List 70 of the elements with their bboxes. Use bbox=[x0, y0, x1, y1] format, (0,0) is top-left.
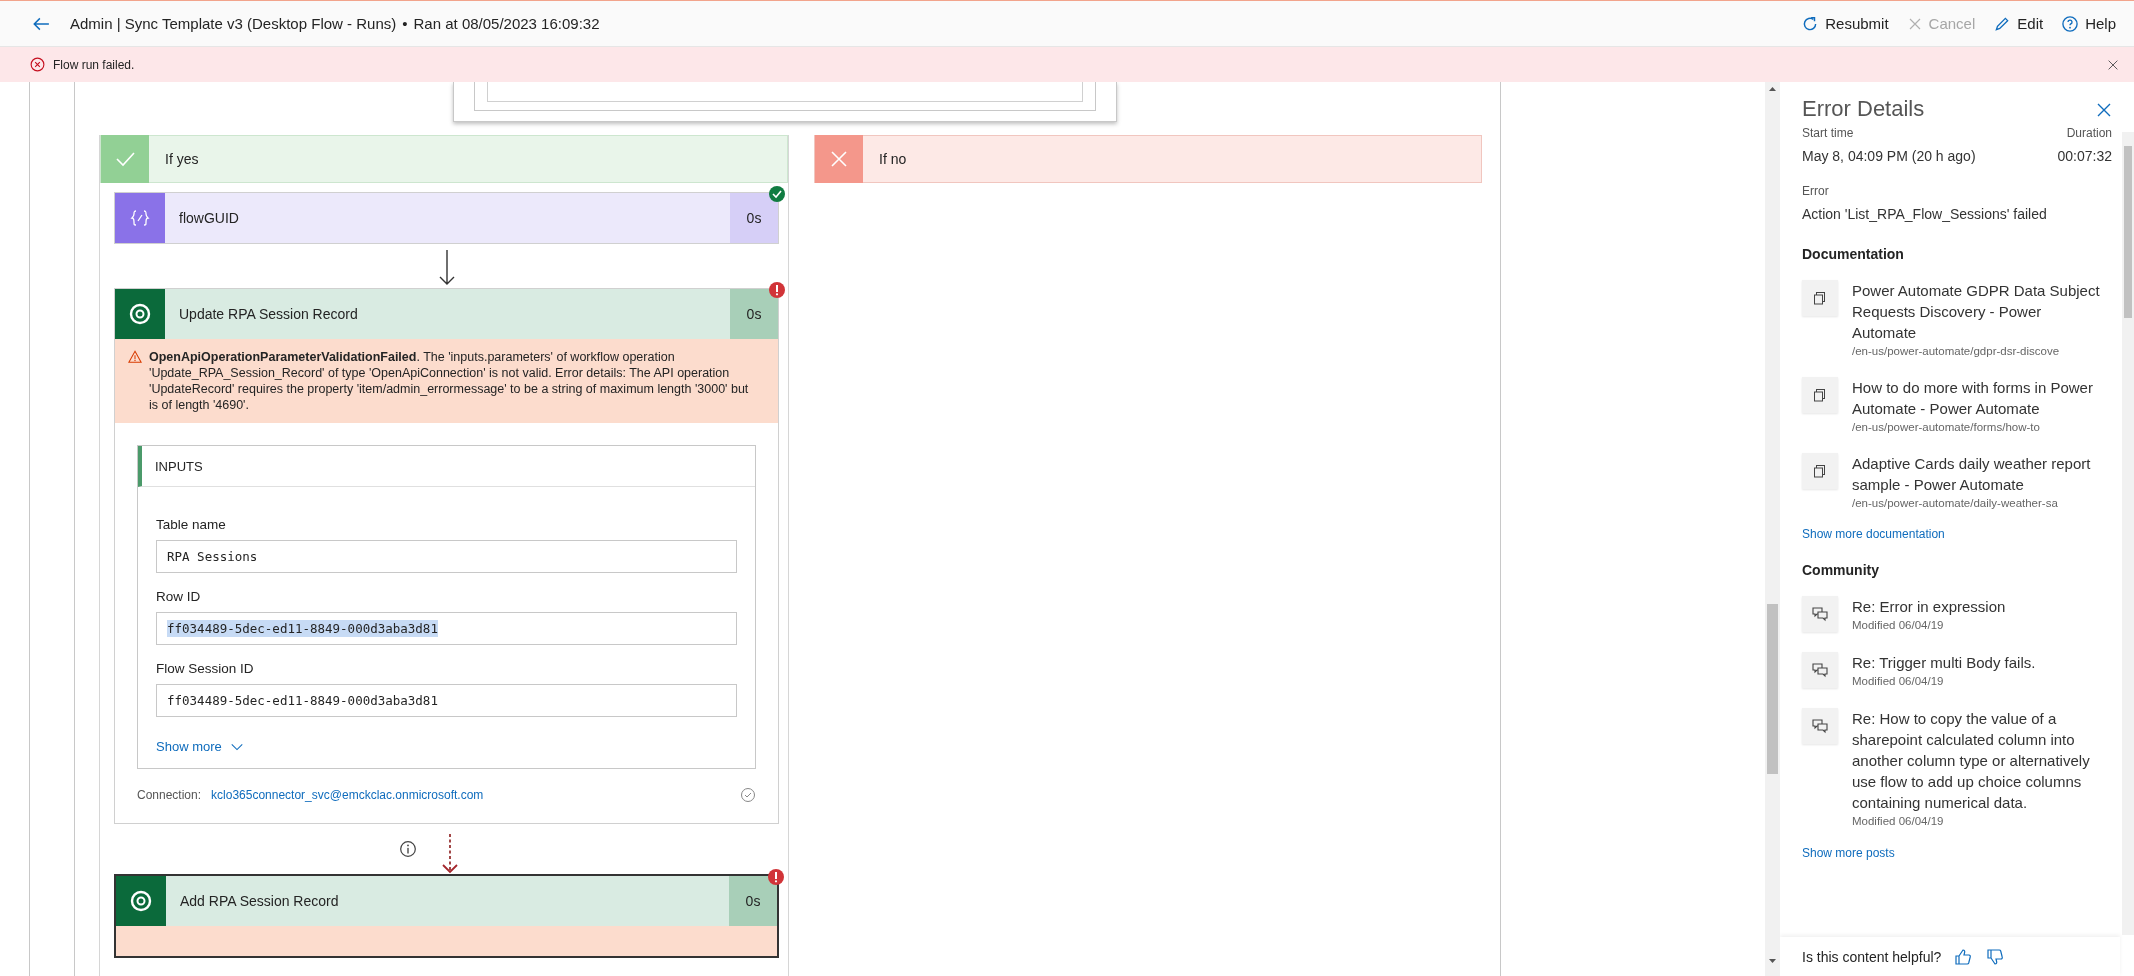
close-icon[interactable] bbox=[2096, 102, 2112, 118]
scrollbar-thumb[interactable] bbox=[1767, 604, 1778, 774]
field-label: Table name bbox=[156, 517, 227, 532]
show-more-button[interactable]: Show more bbox=[156, 739, 244, 754]
show-more-posts-link[interactable]: Show more posts bbox=[1802, 846, 1895, 860]
scrollbar[interactable] bbox=[1765, 82, 1780, 976]
document-icon bbox=[1802, 453, 1838, 489]
start-time-label: Start time bbox=[1802, 126, 1854, 140]
feedback-question: Is this content helpful? bbox=[1802, 949, 1942, 965]
modified-date: Modified 06/04/19 bbox=[1852, 618, 1945, 633]
resubmit-button[interactable]: Resubmit bbox=[1795, 10, 1895, 37]
warning-icon bbox=[128, 350, 142, 364]
duration-label: Duration bbox=[2066, 126, 2112, 140]
check-icon bbox=[101, 135, 149, 183]
document-icon bbox=[1802, 280, 1838, 316]
documentation-link[interactable]: How to do more with forms in Power Automate - Power Automate bbox=[1852, 377, 2102, 419]
documentation-path: /en-us/power-automate/daily-weather-sa bbox=[1852, 496, 2059, 511]
input-field[interactable]: ff034489-5dec-ed11-8849-000d3aba3d81 bbox=[156, 684, 737, 717]
connection-label: Connection: bbox=[137, 788, 202, 802]
community-post-link[interactable]: Re: Trigger multi Body fails. bbox=[1852, 652, 2102, 673]
error-message: Action 'List_RPA_Flow_Sessions' failed bbox=[1802, 206, 2048, 222]
flow-title: Admin | Sync Template v3 (Desktop Flow - Runs) bbox=[70, 15, 397, 32]
branch-header[interactable]: If no bbox=[814, 135, 1482, 183]
separator-dot: • bbox=[402, 15, 408, 32]
section-heading: Community bbox=[1802, 562, 1880, 578]
branch-header[interactable]: If yes bbox=[100, 135, 788, 183]
duration-value: 00:07:32 bbox=[2057, 148, 2112, 164]
thumbs-down-icon[interactable] bbox=[1985, 947, 2006, 967]
scrollbar[interactable] bbox=[2122, 132, 2134, 935]
input-field[interactable]: RPA Sessions bbox=[156, 540, 737, 573]
document-icon bbox=[1802, 377, 1838, 413]
edit-button[interactable]: Edit bbox=[1987, 10, 2050, 37]
thumbs-up-icon[interactable] bbox=[1953, 947, 1974, 967]
inputs-heading: INPUTS bbox=[155, 458, 203, 474]
action-title[interactable]: flowGUID bbox=[165, 193, 730, 243]
field-label: Flow Session ID bbox=[156, 661, 255, 676]
documentation-path: /en-us/power-automate/forms/how-to bbox=[1852, 420, 2041, 435]
section-heading: Documentation bbox=[1802, 246, 1905, 262]
action-title[interactable]: Add RPA Session Record bbox=[166, 876, 729, 926]
banner-message: Flow run failed. bbox=[53, 57, 135, 72]
start-time-value: May 8, 04:09 PM (20 h ago) bbox=[1802, 148, 1976, 164]
check-circle-icon bbox=[740, 787, 756, 803]
duration: 0s bbox=[730, 289, 778, 339]
help-button[interactable]: Help bbox=[2055, 10, 2122, 37]
scrollbar-thumb[interactable] bbox=[2124, 146, 2132, 318]
field-label: Row ID bbox=[156, 589, 202, 604]
documentation-path: /en-us/power-automate/gdpr-dsr-discove bbox=[1852, 344, 2061, 359]
show-more-documentation-link[interactable]: Show more documentation bbox=[1802, 527, 1945, 541]
documentation-link[interactable]: Power Automate GDPR Data Subject Requests Discovery - Power Automate bbox=[1852, 280, 2102, 343]
error-icon bbox=[30, 57, 45, 72]
run-time: Ran at 08/05/2023 16:09:32 bbox=[413, 15, 600, 32]
documentation-link[interactable]: Adaptive Cards daily weather report sample - Power Automate bbox=[1852, 453, 2102, 495]
info-icon bbox=[398, 840, 417, 858]
chat-icon bbox=[1802, 596, 1838, 632]
cross-icon bbox=[815, 135, 863, 183]
error-label: Error bbox=[1802, 184, 1830, 198]
community-post-link[interactable]: Re: How to copy the value of a sharepoint calculated column into another column type or alternatively use flow to add up choice columns containing numerical data. bbox=[1852, 708, 2102, 813]
help-icon bbox=[2061, 14, 2080, 33]
community-post-link[interactable]: Re: Error in expression bbox=[1852, 596, 2102, 617]
modified-date: Modified 06/04/19 bbox=[1852, 814, 1945, 829]
input-field[interactable]: ff034489-5dec-ed11-8849-000d3aba3d81 bbox=[156, 612, 737, 645]
duration: 0s bbox=[729, 876, 777, 926]
error-message: OpenApiOperationParameterValidationFailed. The 'inputs.parameters' of workflow operation 'Update_RPA_Session_Record' of type 'OpenApiConnection' is not valid. Error details: The API operation 'UpdateRecord' requires the property 'item/admin_errormessage' to be a string of maximum length '3000' but is of length '4690'. bbox=[149, 349, 750, 413]
panel-title: Error Details bbox=[1802, 96, 1925, 122]
chat-icon bbox=[1802, 708, 1838, 744]
connection-link[interactable]: kclo365connector_svc@emckclac.onmicrosoft.com bbox=[211, 788, 484, 802]
action-title[interactable]: Update RPA Session Record bbox=[165, 289, 730, 339]
duration: 0s bbox=[730, 193, 778, 243]
chat-icon bbox=[1802, 652, 1838, 688]
modified-date: Modified 06/04/19 bbox=[1852, 674, 1945, 689]
